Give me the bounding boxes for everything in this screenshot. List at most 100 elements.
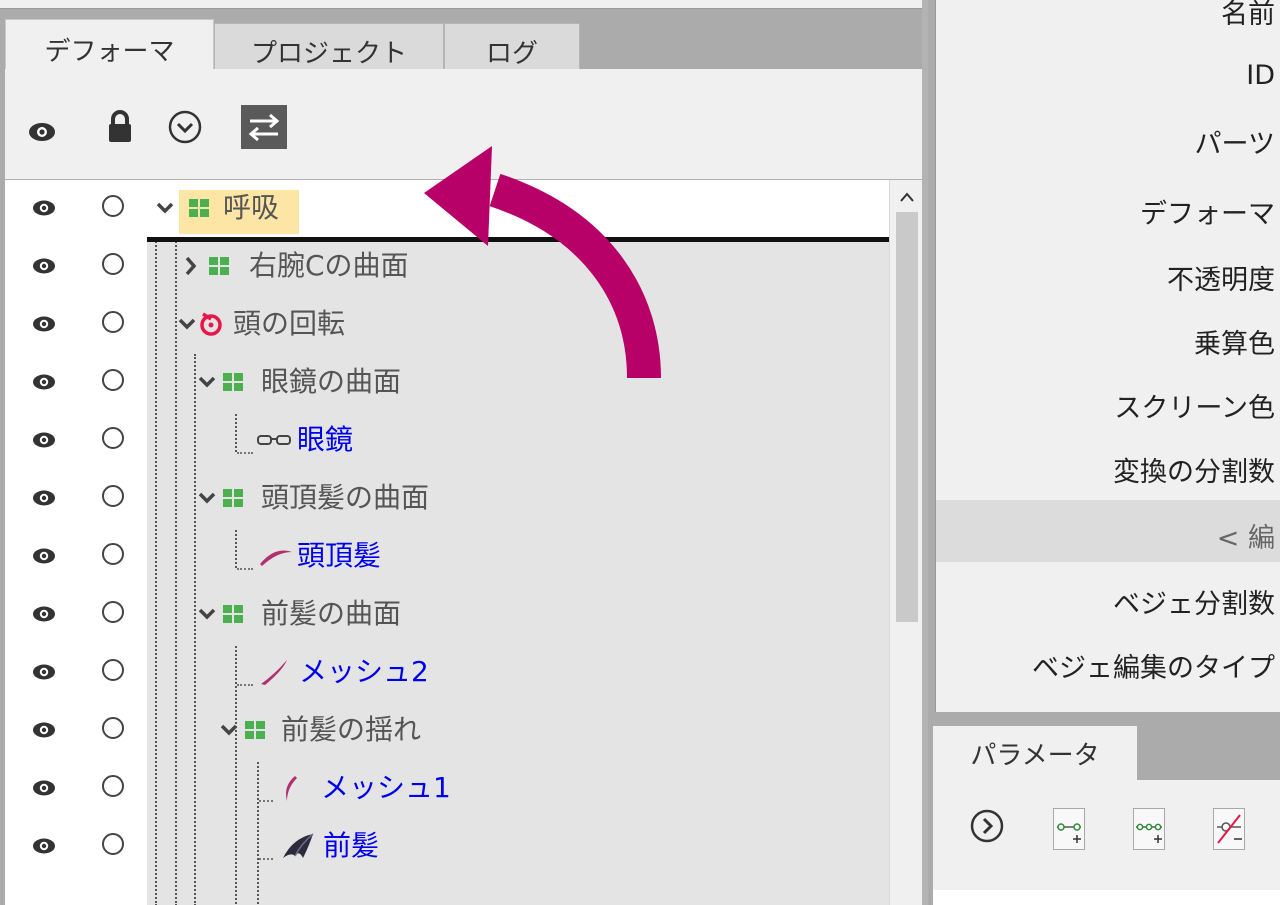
warp-deformer-icon xyxy=(209,257,229,275)
tree-row-label: 頭の回転 xyxy=(233,307,346,340)
select-radio[interactable] xyxy=(102,427,124,449)
tree-row-mesh1[interactable]: メッシュ1 xyxy=(5,760,889,818)
inspector-panel: 名前 ID パーツ デフォーマ 不透明度 乗算色 スクリーン色 変換の分割数 <… xyxy=(928,0,1280,905)
tree-scrollbar[interactable] xyxy=(889,180,923,905)
visibility-eye-icon[interactable] xyxy=(31,604,57,624)
tree-row-label: 頭頂髪の曲面 xyxy=(261,481,430,514)
chevron-circle-down-icon[interactable] xyxy=(167,109,203,145)
prop-label-deformer: デフォーマ xyxy=(1140,199,1275,230)
remove-key-button[interactable] xyxy=(1213,808,1245,850)
warp-deformer-icon xyxy=(245,721,265,739)
tree-row-breath[interactable]: 呼吸 xyxy=(5,180,889,238)
parameters-tabstrip: パラメータ xyxy=(928,712,1280,780)
visibility-eye-icon[interactable] xyxy=(31,256,57,276)
tree-row-label: 眼鏡 xyxy=(297,423,354,456)
tree-row-label: 前髪の曲面 xyxy=(261,597,402,630)
tree-row-top-hair[interactable]: 頭頂髪 xyxy=(5,528,889,586)
parameters-list xyxy=(933,890,1280,905)
chevron-circle-right-icon[interactable] xyxy=(969,808,1005,844)
select-radio[interactable] xyxy=(102,601,124,623)
stroke-mesh-icon xyxy=(286,776,297,801)
swap-arrows-icon[interactable] xyxy=(241,105,287,149)
scroll-thumb[interactable] xyxy=(896,212,918,622)
chevron-down-icon[interactable] xyxy=(155,196,175,220)
glasses-mesh-icon xyxy=(257,435,291,445)
tree-row-mesh2[interactable]: メッシュ2 xyxy=(5,644,889,702)
lock-icon[interactable] xyxy=(105,107,135,145)
tree-row-label: 頭頂髪 xyxy=(297,539,382,572)
tree-row-glasses[interactable]: 眼鏡 xyxy=(5,412,889,470)
prop-section-label: < 編 xyxy=(1216,523,1275,554)
select-radio[interactable] xyxy=(102,543,124,565)
tree-row-label: 前髪 xyxy=(323,829,380,862)
prop-label-bezier-edit-type: ベジェ編集のタイプ xyxy=(1032,653,1275,684)
deformer-panel: デフォーマ プロジェクト ログ 呼吸 右腕Cの曲面 頭の回転 眼鏡の曲面 眼鏡 … xyxy=(0,0,928,905)
tree-row-label: 前髪の揺れ xyxy=(281,713,422,746)
tree-row-right-arm[interactable]: 右腕Cの曲面 xyxy=(5,238,889,296)
chevron-down-icon[interactable] xyxy=(197,486,217,510)
select-radio[interactable] xyxy=(102,195,124,217)
stroke-mesh-icon xyxy=(261,660,287,685)
warp-deformer-icon xyxy=(223,373,243,391)
tree-row-label: メッシュ2 xyxy=(299,655,429,688)
remove-key-icon xyxy=(1217,814,1242,844)
add-keys-icon xyxy=(1136,823,1162,843)
visibility-eye-icon[interactable] xyxy=(31,662,57,682)
select-radio[interactable] xyxy=(102,311,124,333)
prop-section-header[interactable]: < 編 xyxy=(936,500,1280,562)
tree-row-top-hair-warp[interactable]: 頭頂髪の曲面 xyxy=(5,470,889,528)
chevron-down-icon[interactable] xyxy=(177,312,197,336)
select-radio[interactable] xyxy=(102,253,124,275)
tree-row-label: 眼鏡の曲面 xyxy=(261,365,402,398)
tree-row-bangs[interactable]: 前髪 xyxy=(5,818,889,876)
deformer-tree: 呼吸 右腕Cの曲面 頭の回転 眼鏡の曲面 眼鏡 頭頂髪の曲面 頭頂髪 前髪の曲面… xyxy=(5,179,923,905)
chevron-down-icon[interactable] xyxy=(197,370,217,394)
rotation-deformer-icon xyxy=(200,312,222,336)
bangs-mesh-icon xyxy=(283,833,314,858)
deformer-tabstrip: デフォーマ プロジェクト ログ xyxy=(0,9,922,79)
visibility-eye-icon[interactable] xyxy=(31,430,57,450)
eye-icon[interactable] xyxy=(27,119,57,145)
chevron-down-icon[interactable] xyxy=(197,602,217,626)
select-radio[interactable] xyxy=(102,833,124,855)
visibility-eye-icon[interactable] xyxy=(31,372,57,392)
prop-label-multiply-color: 乗算色 xyxy=(1194,329,1275,360)
select-radio[interactable] xyxy=(102,717,124,739)
select-radio[interactable] xyxy=(102,369,124,391)
select-radio[interactable] xyxy=(102,775,124,797)
prop-label-name: 名前 xyxy=(1221,0,1275,30)
tree-row-label: 呼吸 xyxy=(223,191,280,224)
warp-deformer-icon xyxy=(189,199,209,217)
chevron-down-icon[interactable] xyxy=(219,718,239,742)
visibility-eye-icon[interactable] xyxy=(31,778,57,798)
prop-label-opacity: 不透明度 xyxy=(1167,265,1275,296)
visibility-eye-icon[interactable] xyxy=(31,488,57,508)
visibility-eye-icon[interactable] xyxy=(31,314,57,334)
select-radio[interactable] xyxy=(102,485,124,507)
tab-parameters[interactable]: パラメータ xyxy=(933,726,1137,780)
chevron-right-icon[interactable] xyxy=(181,254,201,278)
panel-top-border xyxy=(0,0,922,9)
warp-deformer-icon xyxy=(223,605,243,623)
add-key-icon xyxy=(1057,823,1081,843)
parameters-toolbar xyxy=(933,780,1280,890)
visibility-eye-icon[interactable] xyxy=(31,546,57,566)
select-radio[interactable] xyxy=(102,659,124,681)
scroll-up-arrow-icon[interactable] xyxy=(898,188,916,206)
tree-row-glasses-warp[interactable]: 眼鏡の曲面 xyxy=(5,354,889,412)
add-key-button[interactable] xyxy=(1053,808,1085,850)
add-keys-button[interactable] xyxy=(1133,808,1165,850)
prop-label-parts: パーツ xyxy=(1194,129,1275,160)
tree-row-bangs-warp[interactable]: 前髪の曲面 xyxy=(5,586,889,644)
prop-label-id: ID xyxy=(1246,60,1275,91)
hair-mesh-icon xyxy=(260,550,292,566)
visibility-eye-icon[interactable] xyxy=(31,720,57,740)
deformer-toolbar xyxy=(5,69,922,179)
prop-label-bezier-divisions: ベジェ分割数 xyxy=(1113,589,1275,620)
tree-row-head-rotation[interactable]: 頭の回転 xyxy=(5,296,889,354)
visibility-eye-icon[interactable] xyxy=(31,198,57,218)
tree-row-bangs-sway[interactable]: 前髪の揺れ xyxy=(5,702,889,760)
tree-row-label: メッシュ1 xyxy=(321,771,451,804)
properties-pane: 名前 ID パーツ デフォーマ 不透明度 乗算色 スクリーン色 変換の分割数 <… xyxy=(935,0,1280,712)
visibility-eye-icon[interactable] xyxy=(31,836,57,856)
